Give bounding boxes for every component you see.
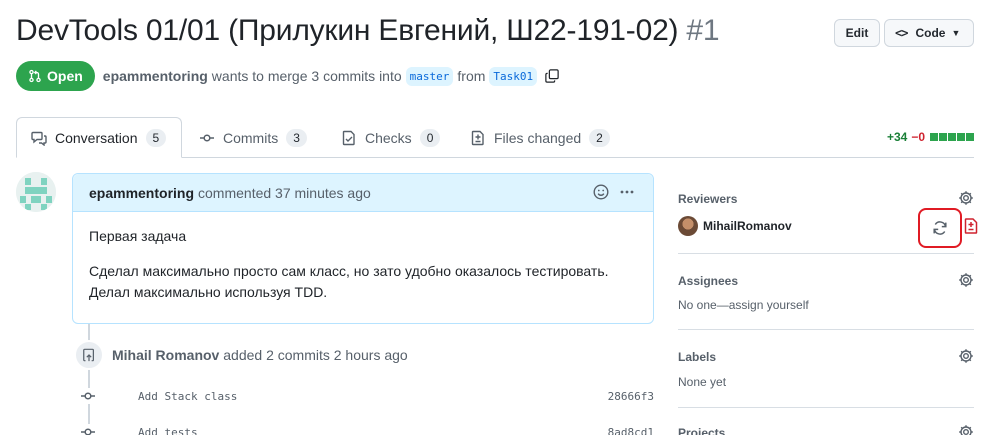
tab-files-changed[interactable]: Files changed 2 (470, 117, 610, 158)
commit-message[interactable]: Add tests (138, 426, 198, 435)
diffstat-block (957, 133, 965, 141)
projects-section: Projects (678, 408, 974, 435)
pr-number: #1 (686, 14, 720, 47)
pr-tabs: Conversation 5 Commits 3 Checks 0 Files … (16, 117, 974, 158)
identicon (16, 172, 56, 212)
from-text: from (457, 68, 486, 84)
comment-discussion-icon (31, 130, 47, 146)
base-branch[interactable]: master (405, 66, 454, 86)
git-commit-icon (80, 388, 96, 404)
commit-message[interactable]: Add Stack class (138, 390, 237, 403)
gear-icon[interactable] (958, 424, 974, 435)
assignees-section: Assignees No one—assign yourself (678, 254, 974, 330)
event-text: added 2 commits 2 hours ago (223, 347, 408, 363)
assignees-value[interactable]: No one—assign yourself (678, 298, 809, 312)
gear-icon[interactable] (958, 348, 974, 367)
file-diff-icon (964, 218, 978, 237)
edit-button[interactable]: Edit (834, 19, 880, 47)
smiley-icon[interactable] (593, 184, 609, 200)
event-actor[interactable]: Mihail Romanov (112, 347, 219, 363)
repo-push-icon (74, 340, 104, 370)
reviewer-name: MihailRomanov (703, 219, 792, 233)
diffstat-additions: +34 (886, 130, 908, 144)
sync-icon (933, 221, 947, 235)
code-button-label: Code (915, 26, 946, 40)
diffstat-block (966, 133, 974, 141)
re-request-review-button[interactable] (918, 208, 962, 248)
assignees-label: Assignees (678, 274, 739, 288)
merge-text: wants to merge 3 commits into (211, 68, 402, 84)
edit-button-label: Edit (845, 26, 869, 40)
labels-value: None yet (678, 375, 727, 389)
labels-label: Labels (678, 350, 717, 364)
tab-label: Conversation (55, 129, 138, 146)
tab-label: Checks (365, 129, 412, 146)
pr-meta: Open epammentoring wants to merge 3 comm… (16, 61, 559, 91)
comment-body: Первая задача Сделал максимально просто … (73, 212, 653, 317)
gear-icon[interactable] (958, 272, 974, 291)
reviewers-label: Reviewers (678, 192, 738, 206)
comment-author[interactable]: epammentoring (89, 185, 194, 201)
diffstat-block (930, 133, 938, 141)
tab-count: 5 (145, 128, 167, 147)
reviewer[interactable]: MihailRomanov (678, 216, 792, 236)
tab-label: Commits (223, 129, 279, 146)
commit-sha[interactable]: 28666f3 (608, 390, 654, 403)
git-commit-icon (199, 130, 215, 146)
git-pull-request-icon (29, 69, 41, 83)
git-commit-icon (80, 424, 96, 435)
comment-header: epammentoring commented 37 minutes ago (73, 174, 653, 212)
author-avatar[interactable] (16, 172, 56, 212)
diffstat-block (948, 133, 956, 141)
code-button[interactable]: <> Code ▼ (884, 19, 974, 47)
head-branch[interactable]: Task01 (489, 66, 538, 86)
tab-commits[interactable]: Commits 3 (199, 117, 307, 158)
commit-row: Add Stack class 28666f3 (80, 385, 654, 407)
tab-checks[interactable]: Checks 0 (341, 117, 441, 158)
comment-paragraph: Первая задача (89, 228, 187, 244)
diffstat-block (939, 133, 947, 141)
timeline-event: Mihail Romanov added 2 commits 2 hours a… (112, 347, 408, 363)
pr-title-text: DevTools 01/01 (Прилукин Евгений, Ш22-19… (16, 14, 679, 47)
diffstat-deletions: −0 (911, 130, 925, 144)
triangle-down-icon: ▼ (951, 28, 961, 38)
checklist-icon (341, 130, 357, 146)
diffstat: +34 −0 (887, 130, 974, 144)
labels-section: Labels None yet (678, 330, 974, 408)
tab-count: 0 (419, 128, 441, 147)
avatar (678, 216, 698, 236)
tab-label: Files changed (494, 129, 582, 146)
comment-box: epammentoring commented 37 minutes ago П… (72, 173, 654, 324)
comment-paragraph: Делал максимально используя TDD. (89, 284, 328, 300)
pr-header: DevTools 01/01 (Прилукин Евгений, Ш22-19… (16, 14, 974, 58)
copy-icon[interactable] (545, 69, 559, 83)
state-label: Open (47, 68, 83, 84)
tab-conversation[interactable]: Conversation 5 (16, 117, 182, 158)
code-icon: <> (895, 26, 908, 40)
kebab-horizontal-icon[interactable] (619, 184, 635, 200)
reviewers-section: Reviewers MihailRomanov (678, 172, 978, 254)
tab-count: 2 (589, 128, 610, 147)
commit-sha[interactable]: 8ad8cd1 (608, 426, 654, 435)
commit-row: Add tests 8ad8cd1 (80, 421, 654, 435)
projects-label: Projects (678, 426, 726, 435)
comment-actions (593, 184, 635, 200)
pr-title: DevTools 01/01 (Прилукин Евгений, Ш22-19… (16, 14, 720, 48)
tab-count: 3 (286, 128, 307, 147)
comment-paragraph: Сделал максимально просто сам класс, но … (89, 263, 609, 279)
file-diff-icon (470, 130, 486, 146)
gear-icon[interactable] (958, 190, 974, 209)
comment-timestamp[interactable]: commented 37 minutes ago (198, 185, 371, 201)
author-link[interactable]: epammentoring (103, 68, 208, 84)
state-badge: Open (16, 61, 95, 91)
